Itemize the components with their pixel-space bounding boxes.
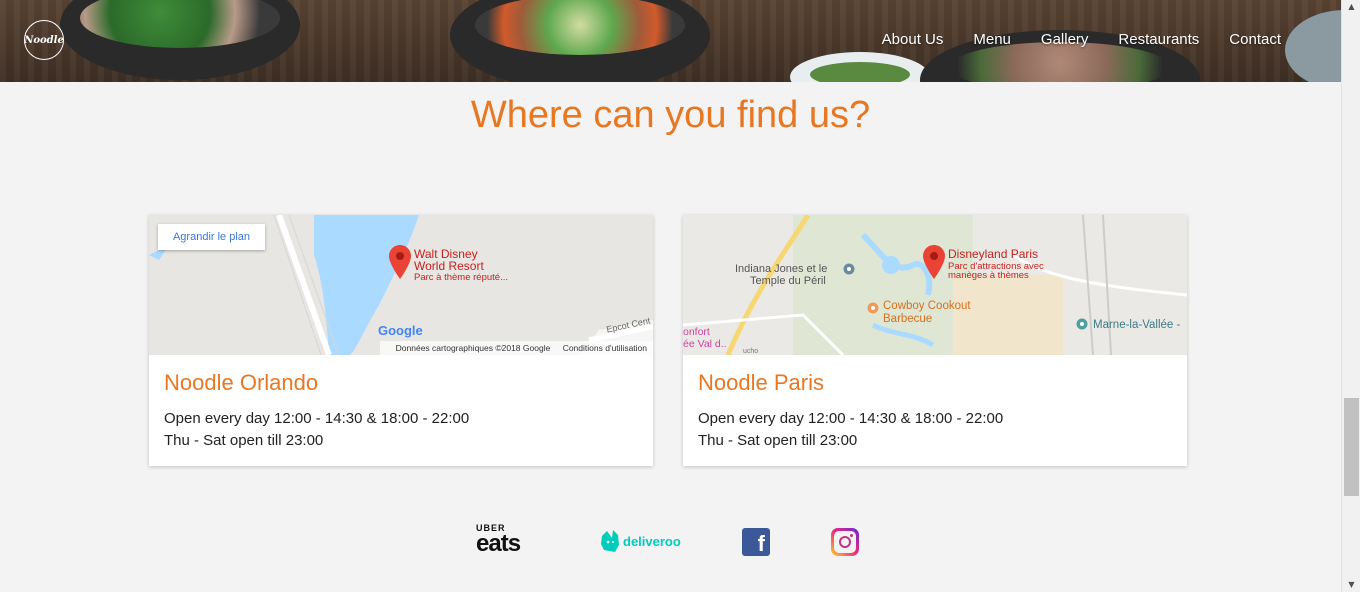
scroll-down-arrow-icon[interactable]: ▼ — [1342, 578, 1360, 592]
instagram-icon-lens — [839, 536, 851, 548]
hero-header: Noodle About Us Menu Gallery Restaurants… — [0, 0, 1341, 82]
section-title: Where can you find us? — [470, 94, 871, 136]
hours-line: Open every day 12:00 - 14:30 & 18:00 - 2… — [164, 410, 470, 427]
scrollbar-thumb[interactable] — [1344, 398, 1359, 496]
card-body: Noodle Paris Open every day 12:00 - 14:3… — [698, 370, 1003, 452]
nav-gallery[interactable]: Gallery — [1041, 31, 1089, 48]
main-nav: About Us Menu Gallery Restaurants Contac… — [852, 31, 1281, 48]
uber-eats-link[interactable]: UBER eats — [476, 524, 542, 558]
edge-label: onfort — [683, 326, 710, 338]
poi-label: Marne-la-Vallée - — [1093, 319, 1181, 331]
facebook-icon[interactable]: f — [742, 528, 770, 556]
edge-label: ée Val d.. — [683, 338, 727, 350]
hours-line: Thu - Sat open till 23:00 — [698, 432, 858, 449]
nav-restaurants[interactable]: Restaurants — [1118, 31, 1199, 48]
map-orlando[interactable]: Agrandir le plan Walt Disney World Resor… — [149, 215, 653, 355]
poi-marker-icon — [843, 263, 855, 275]
logo[interactable]: Noodle — [24, 20, 64, 60]
hours-line: Thu - Sat open till 23:00 — [164, 432, 324, 449]
map-paris[interactable]: Disneyland Paris Parc d'attractions avec… — [683, 215, 1187, 355]
poi-marker-icon — [1076, 318, 1088, 330]
edge-label: ucho — [743, 348, 759, 355]
instagram-icon[interactable] — [831, 528, 859, 556]
instagram-icon-flash — [850, 534, 853, 537]
restaurant-card-orlando: Agrandir le plan Walt Disney World Resor… — [149, 215, 653, 466]
restaurant-name: Noodle Paris — [698, 370, 824, 395]
uber-eats-logo-bottom: eats — [476, 530, 521, 557]
enlarge-map-button[interactable]: Agrandir le plan — [158, 224, 265, 250]
place-name: Disneyland Paris — [948, 247, 1039, 261]
poi-label: Barbecue — [883, 313, 933, 325]
poi-label: Cowboy Cookout — [883, 300, 971, 312]
place-subtitle-line2: manèges à thèmes — [948, 270, 1029, 281]
map-pin-icon[interactable] — [923, 245, 945, 279]
bowl-image — [450, 0, 710, 82]
map-terms-link[interactable]: Conditions d'utilisation — [563, 343, 647, 353]
page-scrollbar[interactable]: ▲ ▼ — [1341, 0, 1360, 592]
poi-label: Temple du Péril — [750, 275, 826, 287]
restaurant-card-paris: Disneyland Paris Parc d'attractions avec… — [683, 215, 1187, 466]
deliveroo-icon — [601, 530, 619, 552]
nav-menu[interactable]: Menu — [973, 31, 1011, 48]
map-data-credit: Données cartographiques ©2018 Google — [395, 343, 551, 353]
hours-line: Open every day 12:00 - 14:30 & 18:00 - 2… — [698, 410, 1004, 427]
map-attribution: Données cartographiques ©2018 Google Con… — [379, 341, 653, 355]
restaurant-marker-icon — [867, 302, 879, 314]
place-name-line2: World Resort — [414, 259, 484, 273]
deliveroo-link[interactable]: deliveroo — [600, 530, 681, 552]
nav-about-us[interactable]: About Us — [882, 31, 944, 48]
nav-contact[interactable]: Contact — [1229, 31, 1281, 48]
map-pin-icon[interactable] — [389, 245, 411, 279]
place-subtitle: Parc à thème réputé... — [414, 272, 508, 283]
card-body: Noodle Orlando Open every day 12:00 - 14… — [164, 370, 469, 452]
scroll-up-arrow-icon[interactable]: ▲ — [1342, 0, 1360, 14]
deliveroo-label: deliveroo — [623, 533, 681, 549]
restaurant-name: Noodle Orlando — [164, 370, 319, 395]
google-logo: Google — [378, 323, 423, 338]
poi-label: Indiana Jones et le — [735, 263, 828, 275]
